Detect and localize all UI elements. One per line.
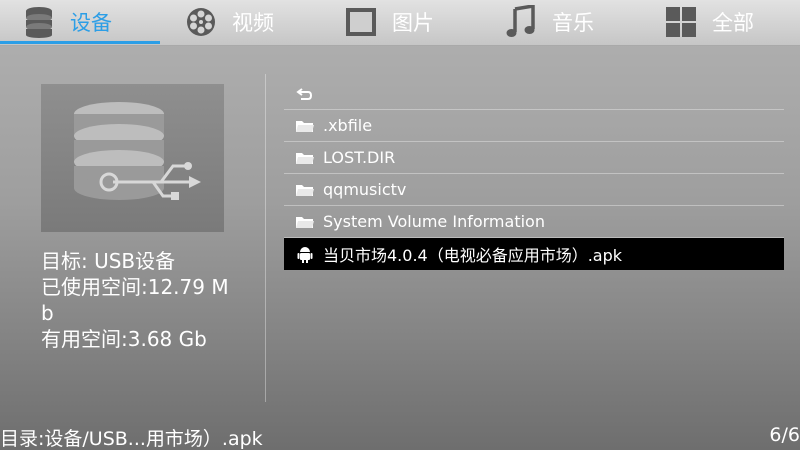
tab-label: 音乐: [552, 11, 594, 35]
file-label: .xbfile: [323, 116, 373, 135]
back-row[interactable]: [284, 78, 784, 110]
device-thumbnail: [41, 84, 224, 232]
tab-all[interactable]: 全部: [664, 0, 754, 44]
device-free-space: 有用空间:3.68 Gb: [41, 327, 207, 351]
device-used-space: 已使用空间:12.79 Mb: [41, 275, 229, 325]
android-icon: [294, 245, 316, 263]
usb-database-icon: [74, 102, 201, 200]
tab-label: 视频: [232, 11, 274, 35]
tab-video[interactable]: 视频: [184, 0, 274, 44]
tab-bar: 设备 视频 图片 音乐 全部: [0, 0, 800, 46]
file-row[interactable]: qqmusictv: [284, 174, 784, 206]
picture-frame-icon: [344, 5, 378, 39]
folder-icon: [294, 182, 316, 198]
file-label: qqmusictv: [323, 180, 407, 199]
folder-icon: [294, 118, 316, 134]
tab-label: 全部: [712, 11, 754, 35]
tab-music[interactable]: 音乐: [504, 0, 594, 44]
file-label: System Volume Information: [323, 212, 545, 231]
grid-icon: [664, 5, 698, 39]
file-row-selected[interactable]: 当贝市场4.0.4（电视必备应用市场）.apk: [284, 238, 784, 270]
file-row[interactable]: System Volume Information: [284, 206, 784, 238]
file-row[interactable]: .xbfile: [284, 110, 784, 142]
film-reel-icon: [184, 5, 218, 39]
current-path: 目录:设备/USB...用市场）.apk: [0, 428, 263, 450]
tab-label: 图片: [392, 11, 434, 35]
panel-divider: [265, 74, 266, 402]
file-label: 当贝市场4.0.4（电视必备应用市场）.apk: [323, 245, 623, 265]
page-indicator: 6/6: [769, 424, 800, 446]
file-label: LOST.DIR: [323, 148, 396, 167]
tab-label: 设备: [70, 11, 112, 35]
file-row[interactable]: LOST.DIR: [284, 142, 784, 174]
music-note-icon: [504, 5, 538, 39]
device-target: 目标: USB设备: [41, 249, 176, 273]
folder-icon: [294, 214, 316, 230]
device-info: 目标: USB设备 已使用空间:12.79 Mb 有用空间:3.68 Gb: [41, 248, 231, 352]
storage-icon: [22, 5, 56, 39]
folder-icon: [294, 150, 316, 166]
tab-pictures[interactable]: 图片: [344, 0, 434, 44]
back-arrow-icon: [294, 86, 316, 102]
active-tab-indicator: [0, 41, 160, 44]
file-list: .xbfile LOST.DIR qqmusictv System Volume…: [284, 78, 784, 270]
tab-devices[interactable]: 设备: [22, 0, 112, 44]
